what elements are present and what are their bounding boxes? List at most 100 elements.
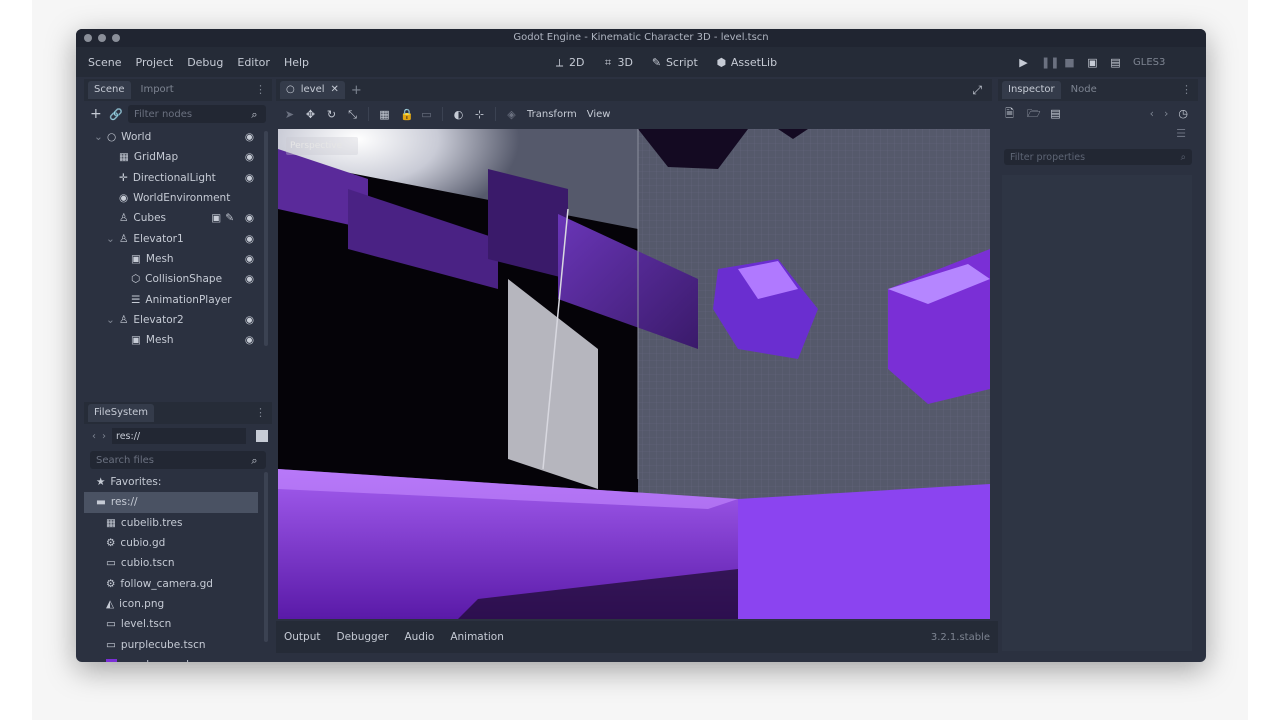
scene-node[interactable]: ▦ GridMap ◉	[84, 147, 272, 167]
scene-node[interactable]: ⬡ CollisionShape ◉	[84, 269, 272, 289]
pause-icon[interactable]: ❚❚	[1041, 57, 1059, 68]
open-folder-icon[interactable]: 🗁	[1027, 108, 1041, 119]
scene-node[interactable]: ⌄ ♙ Elevator2 ◉	[84, 310, 272, 330]
expand-arrow-icon[interactable]: ⌄	[106, 314, 115, 326]
visibility-eye-icon[interactable]: ◉	[245, 314, 254, 326]
filesystem-menu-icon[interactable]: ⋮	[255, 406, 266, 419]
file-item[interactable]: ▭ level.tscn	[84, 614, 272, 634]
add-node-icon[interactable]: +	[90, 107, 102, 121]
tab-inspector[interactable]: Inspector	[1002, 81, 1061, 99]
transform-menu[interactable]: Transform	[527, 109, 577, 120]
dock-menu-icon[interactable]: ⋮	[255, 83, 266, 96]
rotate-tool-icon[interactable]: ↻	[326, 109, 337, 120]
file-item[interactable]: ▦ cubelib.tres	[84, 513, 272, 533]
workspace-3d[interactable]: ⌗ 3D	[602, 56, 633, 69]
expand-arrow-icon[interactable]: ⌄	[94, 131, 103, 143]
forward-arrow-icon[interactable]: ›	[1164, 107, 1168, 120]
menu-help[interactable]: Help	[284, 56, 309, 69]
file-item[interactable]: ★ Favorites:	[84, 472, 272, 492]
move-tool-icon[interactable]: ✥	[305, 109, 316, 120]
file-item[interactable]: ⚙ cubio.gd	[84, 533, 272, 553]
visibility-eye-icon[interactable]: ◉	[245, 233, 254, 245]
snap-icon[interactable]: ⊹	[474, 109, 485, 120]
forward-arrow-icon[interactable]: ›	[102, 431, 106, 442]
visibility-eye-icon[interactable]: ◉	[245, 253, 254, 265]
scale-tool-icon[interactable]: ⤡	[347, 109, 358, 120]
3d-viewport[interactable]: Perspective	[278, 129, 990, 619]
workspace-assetlib[interactable]: ⬢ AssetLib	[716, 56, 778, 69]
tab-audio[interactable]: Audio	[404, 631, 434, 643]
file-item[interactable]: ◭ icon.png	[84, 594, 272, 614]
script-attached-icon[interactable]: ▣✎	[211, 212, 238, 224]
stop-icon[interactable]: ■	[1064, 57, 1075, 68]
inspector-menu-icon[interactable]: ⋮	[1181, 83, 1192, 96]
new-resource-icon[interactable]: 🗎	[1004, 108, 1015, 119]
back-arrow-icon[interactable]: ‹	[1150, 107, 1154, 120]
file-item[interactable]: ▭ purplecube.tscn	[84, 634, 272, 654]
tab-filesystem[interactable]: FileSystem	[88, 404, 155, 422]
play-custom-scene-icon[interactable]: ▤	[1110, 57, 1121, 68]
menu-project[interactable]: Project	[136, 56, 174, 69]
split-view-icon[interactable]	[256, 430, 268, 442]
list-select-icon[interactable]: ▦	[379, 109, 390, 120]
instance-scene-icon[interactable]: 🔗	[109, 109, 123, 120]
play-scene-icon[interactable]: ▣	[1087, 57, 1098, 68]
visibility-eye-icon[interactable]: ◉	[245, 273, 254, 285]
save-icon[interactable]: ▤	[1050, 108, 1061, 119]
scene-node[interactable]: ⌄ ○ World ◉	[84, 127, 272, 147]
tab-import[interactable]: Import	[135, 81, 180, 99]
add-tab-icon[interactable]: +	[351, 83, 362, 98]
scene-node[interactable]: ⌄ ♙ Elevator1 ◉	[84, 228, 272, 248]
menu-debug[interactable]: Debug	[187, 56, 223, 69]
search-files-input[interactable]: Search files ⌕	[90, 451, 266, 469]
workspace-2d[interactable]: ⟂ 2D	[554, 56, 585, 69]
scene-node[interactable]: ▣ Mesh ◉	[84, 249, 272, 269]
file-item[interactable]: ▭ cubio.tscn	[84, 553, 272, 573]
group-icon[interactable]: ▭	[421, 109, 432, 120]
close-icon[interactable]: ✕	[331, 81, 339, 99]
path-field[interactable]: res://	[112, 428, 246, 444]
minimize-window-button[interactable]	[98, 34, 106, 42]
menu-scene[interactable]: Scene	[88, 56, 122, 69]
scene-tab[interactable]: ○ level ✕	[280, 81, 345, 99]
lock-icon[interactable]: 🔒	[400, 109, 414, 120]
renderer-select[interactable]: GLES3	[1133, 57, 1165, 68]
file-list-scrollbar[interactable]	[264, 472, 268, 642]
scene-node[interactable]: ▣ Mesh ◉	[84, 330, 272, 350]
file-item[interactable]: purple_wood.png	[84, 655, 272, 662]
file-item-selected[interactable]: ▬ res://	[84, 492, 258, 513]
scene-node[interactable]: ✛ DirectionalLight ◉	[84, 168, 272, 188]
history-icon[interactable]: ◷	[1178, 107, 1188, 120]
viewport-label[interactable]: Perspective	[286, 137, 358, 155]
local-space-icon[interactable]: ◐	[453, 109, 464, 120]
view-menu[interactable]: View	[587, 109, 611, 120]
distraction-free-icon[interactable]: ⤢	[972, 83, 982, 98]
filter-properties-input[interactable]: Filter properties ⌕	[1004, 149, 1192, 165]
tab-output[interactable]: Output	[284, 631, 320, 643]
visibility-eye-icon[interactable]: ◉	[245, 172, 254, 184]
filter-nodes-input[interactable]: Filter nodes ⌕	[128, 105, 266, 123]
tab-animation[interactable]: Animation	[450, 631, 504, 643]
scene-node[interactable]: ☰ AnimationPlayer	[84, 289, 272, 309]
tab-node[interactable]: Node	[1065, 81, 1103, 99]
left-margin	[0, 0, 32, 720]
scene-node[interactable]: ♙ Cubes ▣✎ ◉	[84, 208, 272, 228]
expand-arrow-icon[interactable]: ⌄	[106, 233, 115, 245]
tab-debugger[interactable]: Debugger	[336, 631, 388, 643]
scene-node[interactable]: ◉ WorldEnvironment	[84, 188, 272, 208]
visibility-eye-icon[interactable]: ◉	[245, 212, 254, 224]
camera-icon[interactable]: ◈	[506, 109, 517, 120]
visibility-eye-icon[interactable]: ◉	[245, 131, 254, 143]
object-menu-icon[interactable]: ☰	[1176, 127, 1186, 140]
menu-editor[interactable]: Editor	[237, 56, 270, 69]
tab-scene[interactable]: Scene	[88, 81, 131, 99]
visibility-eye-icon[interactable]: ◉	[245, 334, 254, 346]
close-window-button[interactable]	[84, 34, 92, 42]
workspace-script[interactable]: ✎ Script	[651, 56, 698, 69]
file-item[interactable]: ⚙ follow_camera.gd	[84, 573, 272, 593]
select-tool-icon[interactable]: ➤	[284, 109, 295, 120]
visibility-eye-icon[interactable]: ◉	[245, 151, 254, 163]
maximize-window-button[interactable]	[112, 34, 120, 42]
play-icon[interactable]: ▶	[1018, 57, 1029, 68]
back-arrow-icon[interactable]: ‹	[92, 431, 96, 442]
